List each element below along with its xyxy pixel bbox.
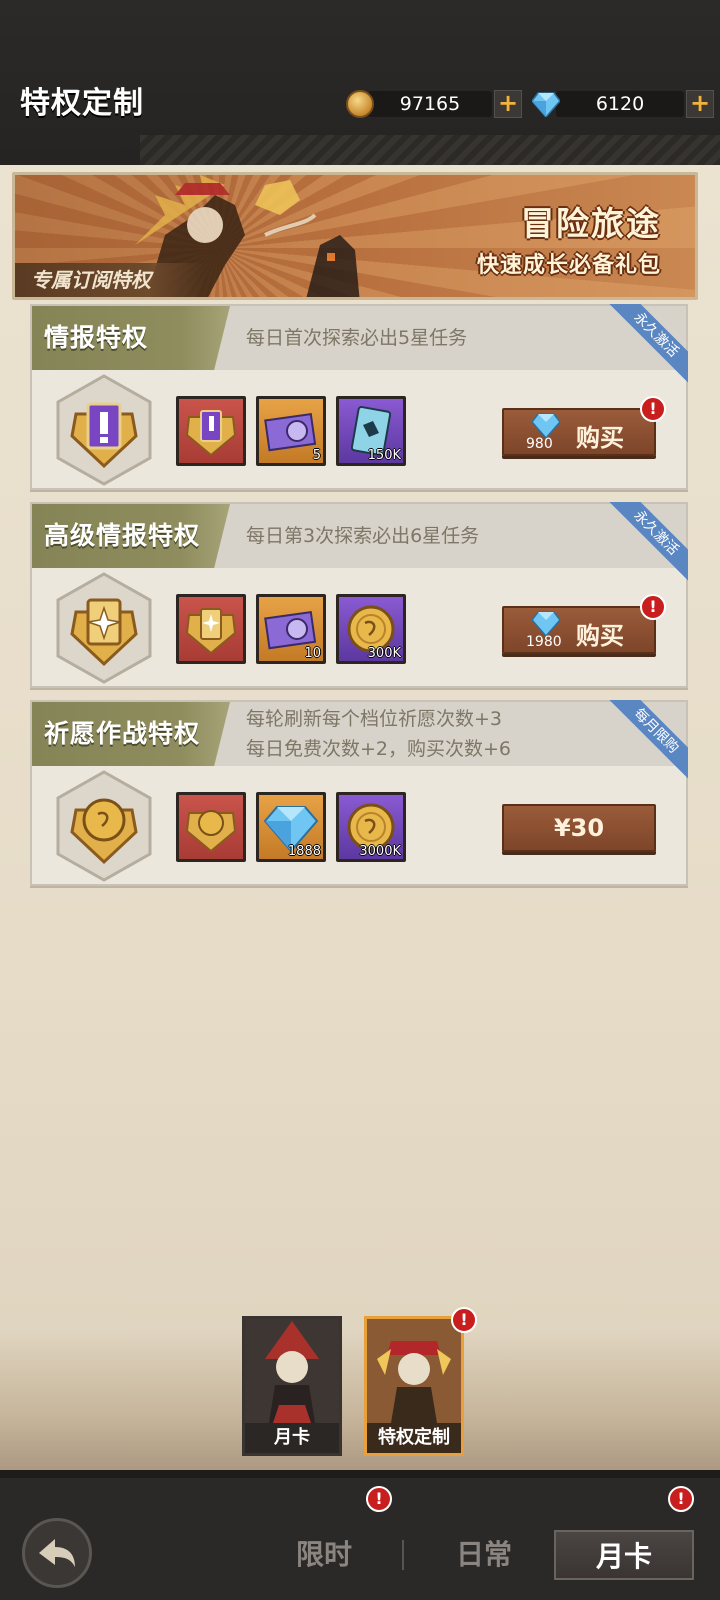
gem-amount: 6120	[556, 91, 684, 117]
privilege-card-wish-battle: 祈愿作战特权 每轮刷新每个档位祈愿次数+3 每日免费次数+2，购买次数+6 每月…	[30, 700, 688, 886]
wish-badge-icon	[185, 810, 237, 853]
nav-divider	[0, 1470, 720, 1478]
coin-amount: 97165	[368, 91, 492, 117]
intel-badge-icon	[56, 374, 152, 486]
item-quantity: 150K	[367, 448, 401, 463]
diamond-icon	[532, 413, 560, 438]
back-arrow-icon	[39, 1539, 75, 1567]
portrait-label: 特权定制	[367, 1423, 461, 1453]
card-title: 高级情报特权	[32, 504, 230, 568]
card-description: 每轮刷新每个档位祈愿次数+3 每日免费次数+2，购买次数+6	[246, 704, 511, 764]
add-gems-button[interactable]: +	[686, 90, 714, 118]
gem-counter: 6120 +	[532, 90, 714, 118]
tab-daily[interactable]: 日常	[414, 1530, 554, 1580]
alert-badge: !	[451, 1307, 477, 1333]
buy-button[interactable]: 1980 购买 !	[502, 594, 666, 654]
town-background	[0, 1330, 720, 1470]
card-header: 高级情报特权 每日第3次探索必出6星任务	[32, 504, 686, 568]
item-quantity: 300K	[367, 646, 401, 661]
card-body: 10 300K 1980 购买 !	[32, 568, 686, 686]
tab-limited[interactable]: 限时	[254, 1530, 394, 1580]
card-header: 祈愿作战特权 每轮刷新每个档位祈愿次数+3 每日免费次数+2，购买次数+6	[32, 702, 686, 766]
coin-counter: 97165 +	[346, 90, 522, 118]
diamond-icon	[532, 611, 560, 636]
item-quantity: 3000K	[359, 844, 401, 859]
reward-item[interactable]: 5	[256, 396, 326, 466]
back-button[interactable]	[22, 1518, 92, 1588]
advanced-intel-badge-icon	[56, 572, 152, 684]
tab-monthly-card-portrait[interactable]: 月卡	[242, 1316, 342, 1456]
reward-item[interactable]	[176, 396, 246, 466]
card-header: 情报特权 每日首次探索必出5星任务	[32, 306, 686, 370]
price-label: 980	[526, 436, 553, 452]
explore-ticket-icon	[264, 412, 317, 452]
card-body: 5 150K 980 购买 !	[32, 370, 686, 488]
header-decor-strip	[140, 135, 720, 165]
card-title: 祈愿作战特权	[32, 702, 230, 766]
card-description: 每日首次探索必出5星任务	[246, 327, 468, 349]
reward-item[interactable]: 300K	[336, 594, 406, 664]
wish-badge-icon	[56, 770, 152, 882]
alert-badge: !	[640, 396, 666, 422]
buy-label: 购买	[576, 622, 624, 650]
advanced-intel-badge-icon	[185, 608, 237, 655]
item-quantity: 5	[312, 448, 321, 463]
tab-monthly-card[interactable]: 月卡	[554, 1530, 694, 1580]
reward-item[interactable]: 3000K	[336, 792, 406, 862]
card-title: 情报特权	[32, 306, 230, 370]
card-description: 每日第3次探索必出6星任务	[246, 525, 480, 547]
alert-badge: !	[366, 1486, 392, 1512]
add-coins-button[interactable]: +	[494, 90, 522, 118]
portrait-label: 月卡	[245, 1423, 339, 1453]
promo-banner[interactable]: 冒险旅途 快速成长必备礼包 专属订阅特权	[12, 172, 698, 300]
banner-tag: 专属订阅特权	[15, 263, 205, 297]
reward-item[interactable]: 150K	[336, 396, 406, 466]
reward-item[interactable]: 1888	[256, 792, 326, 862]
character-portrait-icon	[245, 1319, 339, 1423]
privilege-card-advanced-intel: 高级情报特权 每日第3次探索必出6星任务 永久激活 10 300K 1980 购…	[30, 502, 688, 688]
alert-badge: !	[640, 594, 666, 620]
buy-button[interactable]: ¥30	[502, 804, 656, 852]
card-description-line1: 每轮刷新每个档位祈愿次数+3	[246, 708, 503, 730]
banner-subtitle: 快速成长必备礼包	[476, 253, 661, 278]
page: 特权定制 97165 + 6120 + 冒险旅途 快速成长必备礼包 专属订阅特权…	[0, 0, 720, 1600]
coin-icon	[346, 90, 374, 118]
alert-badge: !	[668, 1486, 694, 1512]
buy-button[interactable]: 980 购买 !	[502, 396, 666, 456]
card-description-line2: 每日免费次数+2，购买次数+6	[246, 738, 512, 760]
price-label: 1980	[526, 634, 562, 650]
reward-item[interactable]	[176, 792, 246, 862]
card-body: 1888 3000K ¥30	[32, 766, 686, 884]
buy-label: 购买	[576, 424, 624, 452]
item-quantity: 10	[304, 646, 321, 661]
tab-privilege-portrait[interactable]: 特权定制 !	[364, 1307, 477, 1456]
reward-item[interactable]: 10	[256, 594, 326, 664]
nav-separator	[402, 1540, 404, 1570]
item-quantity: 1888	[287, 844, 321, 859]
diamond-icon	[532, 92, 560, 117]
reward-item[interactable]	[176, 594, 246, 664]
character-portrait-icon	[367, 1319, 461, 1423]
intel-badge-icon	[185, 410, 237, 457]
banner-title: 冒险旅途	[521, 204, 661, 243]
privilege-card-intel: 情报特权 每日首次探索必出5星任务 永久激活 5 150K 980 购买 !	[30, 304, 688, 490]
top-bar: 特权定制 97165 + 6120 +	[0, 0, 720, 165]
page-title: 特权定制	[20, 86, 144, 121]
price-label: ¥30	[553, 814, 605, 842]
